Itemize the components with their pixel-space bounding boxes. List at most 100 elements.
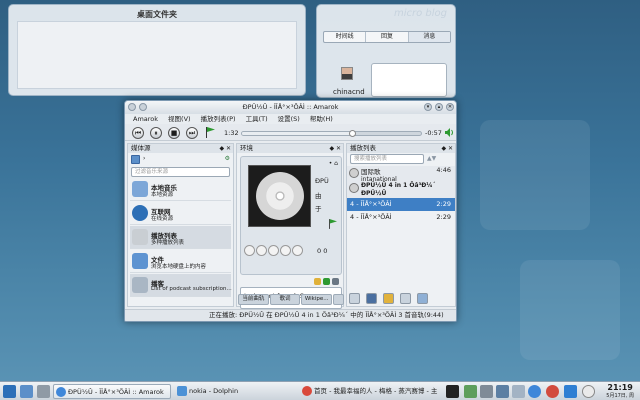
show-desktop-icon[interactable] [37,385,50,398]
tab-timeline[interactable]: 时间线 [324,32,367,42]
window-titlebar[interactable]: ÐPÜ½Û - ÎÎÅ°×³ÕÂÌ :: Amarok ▾ ▴ ✕ [125,101,456,114]
clear-playlist-icon[interactable] [349,293,360,304]
tab-wikipedia[interactable]: Wikipe... [301,294,333,305]
menu-view[interactable]: 视图(V) [168,114,191,124]
chevron-right-icon[interactable]: › [143,155,145,162]
tab-lyrics[interactable]: 歌词 [269,294,301,305]
track-duration: 2:29 [436,200,451,208]
source-playlists[interactable]: 播放列表 多种播放列表 [130,226,231,249]
notes-icon[interactable] [464,385,477,398]
chrome-icon [302,386,312,396]
flag-icon[interactable] [206,127,215,138]
microblog-widget: micro blog 时间线 回复 消息 chinacnd [316,4,456,98]
source-internet[interactable]: 互联网 在线资源 [130,202,231,225]
maximize-icon[interactable]: ▴ [435,103,443,111]
album-title: 国际歌 [361,168,381,176]
track-info-line: 于 [315,205,322,213]
task-label: 首页 - 我最幸福的人 - 梅格 - 蒸汽赛博 - 主... [314,387,438,395]
source-subtitle: 多种播放列表 [151,240,185,246]
media-sources-title: 媒体源 [131,144,151,152]
tab-messages[interactable]: 消息 [408,32,450,42]
microblog-tabs: 时间线 回复 消息 [323,31,451,43]
playlist-search-input[interactable]: 搜索播放列表 [350,154,424,164]
menu-help[interactable]: 帮助(H) [310,114,333,124]
album-cover[interactable] [248,165,311,227]
star-icon[interactable] [256,245,267,256]
tab-current-track[interactable]: 当前曲轨 [238,294,269,305]
avatar [341,67,353,80]
edit-icon[interactable] [314,278,321,285]
applet-settings-icon[interactable]: • ⌂ [329,160,338,167]
clock[interactable]: 21:19 5月17日, 周 [606,383,634,399]
menu-playlist[interactable]: 播放列表(P) [201,114,236,124]
task-dolphin[interactable]: nokia - Dolphin [175,384,293,399]
star-icon[interactable] [280,245,291,256]
home-icon[interactable] [20,385,33,398]
task-amarok[interactable]: ÐPÜ½Û - ÎÎÅ°×³ÕÂÌ :: Amarok [53,384,171,399]
window-menu-icon[interactable] [128,103,136,111]
star-icon[interactable] [268,245,279,256]
pause-icon[interactable]: ⏸ [150,127,162,139]
playlist-toolbar [349,293,428,304]
volume-icon[interactable] [445,127,455,138]
clock-date: 5月17日, 周 [606,393,634,399]
flag-icon[interactable] [329,219,337,229]
network-icon[interactable] [496,385,509,398]
info-icon[interactable] [582,385,595,398]
progress-handle[interactable] [348,130,356,137]
panel-controls-icon[interactable]: ◆ ✕ [329,144,341,153]
search-up-icon[interactable]: ▲▼ [427,155,436,162]
home-icon[interactable] [131,155,140,164]
amarok-icon [56,387,66,397]
volume-icon[interactable] [480,385,493,398]
star-icon[interactable] [244,245,255,256]
playlist-album-header[interactable]: ÐPÜ½Û 4 in 1 Õâ³Ð¼´ ÐPÜ½Û [347,181,455,198]
playback-toolbar: ⏮ ⏸ ■ ⏭ 1:32 -0:57 [125,124,456,141]
album-title: ÐPÜ½Û 4 in 1 Õâ³Ð¼´ ÐPÜ½Û [361,182,436,197]
clipboard-icon[interactable] [512,385,525,398]
pin-icon[interactable] [139,103,147,111]
media-sources-search-input[interactable]: 过滤音乐来源 [131,167,230,177]
star-icon[interactable] [292,245,303,256]
media-sources-panel: 媒体源 ◆ ✕ › ⚙ 过滤音乐来源 本地音乐 本地资源 互联网 在线资源 播放… [127,143,234,307]
source-files[interactable]: 文件 浏览本地硬盘上的内容 [130,250,231,273]
task-browser[interactable]: 首页 - 我最幸福的人 - 梅格 - 蒸汽赛博 - 主... [300,384,438,399]
track-duration: 2:29 [436,213,451,221]
menu-tools[interactable]: 工具(T) [246,114,268,124]
update-icon[interactable] [564,385,577,398]
menu-settings[interactable]: 设置(S) [278,114,300,124]
undo-icon[interactable] [383,293,394,304]
playlist-row[interactable]: 4 - ÎÎÅ°×³ÕÂÌ 2:29 [347,198,455,211]
power-icon[interactable] [546,385,559,398]
wrench-icon[interactable] [333,294,345,305]
previous-icon[interactable]: ⏮ [132,127,144,139]
progress-slider[interactable] [241,130,422,137]
folder-view-content[interactable] [17,21,297,89]
tab-replies[interactable]: 回复 [366,32,409,42]
refresh-icon[interactable] [323,278,330,285]
panel-controls-icon[interactable]: ◆ ✕ [441,144,453,153]
source-subtitle: 浏览本地硬盘上的内容 [151,264,207,270]
menu-amarok[interactable]: Amarok [133,114,158,124]
terminal-icon[interactable] [446,385,459,398]
panel-controls-icon[interactable]: ◆ ✕ [219,144,231,153]
playlist-row[interactable]: 4 - ÎÎÅ°×³ÕÂÌ 2:29 [347,211,455,224]
kde-menu-icon[interactable] [3,385,16,398]
save-icon[interactable] [366,293,377,304]
services-icon[interactable]: ⚙ [225,155,230,162]
amarok-tray-icon[interactable] [528,385,541,398]
minimize-icon[interactable]: ▾ [424,103,432,111]
close-icon[interactable]: ✕ [446,103,454,111]
current-track-applet: • ⌂ ÐPÜ 由 于 0 0 [240,156,342,275]
source-local-music[interactable]: 本地音乐 本地资源 [130,178,231,201]
redo-icon[interactable] [400,293,411,304]
amarok-window: ÐPÜ½Û - ÎÎÅ°×³ÕÂÌ :: Amarok ▾ ▴ ✕ Amarok… [124,100,457,322]
playlist-album-header[interactable]: 国际歌 4:46 intanational [347,166,455,183]
rating-stars[interactable] [244,245,303,256]
playlist-options-icon[interactable] [417,293,428,304]
stop-icon[interactable]: ■ [168,127,180,139]
microblog-status-input[interactable] [371,63,447,97]
settings-icon[interactable] [332,278,339,285]
source-podcasts[interactable]: 播客 List of podcast subscription... [130,274,232,297]
next-icon[interactable]: ⏭ [186,127,198,139]
